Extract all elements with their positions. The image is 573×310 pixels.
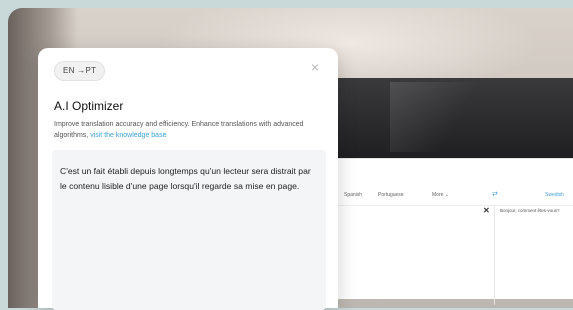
- language-toolbar: [326, 187, 573, 206]
- knowledge-base-link[interactable]: visit the knowledge base: [90, 132, 166, 139]
- swap-languages-icon[interactable]: ⇄: [492, 190, 498, 198]
- language-pair-chip[interactable]: EN →PT: [54, 61, 106, 81]
- dialog-description: Improve translation accuracy and efficie…: [54, 119, 324, 141]
- translation-output: Bonjour, comment êtes-vous?: [500, 208, 560, 213]
- clear-input-icon[interactable]: ✕: [483, 206, 490, 215]
- source-text-area[interactable]: C'est un fait établi depuis longtemps qu…: [52, 150, 326, 310]
- background-translator-screen: Spanish Portuguese More ⌄ ⇄ Swedish ✕ Bo…: [326, 158, 573, 305]
- target-language-swedish[interactable]: Swedish: [545, 192, 564, 198]
- dialog-title: A.I Optimizer: [54, 99, 124, 113]
- close-icon[interactable]: ×: [308, 60, 322, 74]
- pane-divider: [494, 205, 495, 305]
- laptop-glare: [390, 82, 500, 152]
- source-text: C'est un fait établi depuis longtemps qu…: [60, 166, 311, 191]
- language-more-dropdown[interactable]: More ⌄: [432, 192, 449, 198]
- language-option-portuguese[interactable]: Portuguese: [378, 192, 404, 198]
- ai-optimizer-dialog: EN →PT × A.I Optimizer Improve translati…: [38, 48, 338, 310]
- language-option-spanish[interactable]: Spanish: [344, 192, 362, 198]
